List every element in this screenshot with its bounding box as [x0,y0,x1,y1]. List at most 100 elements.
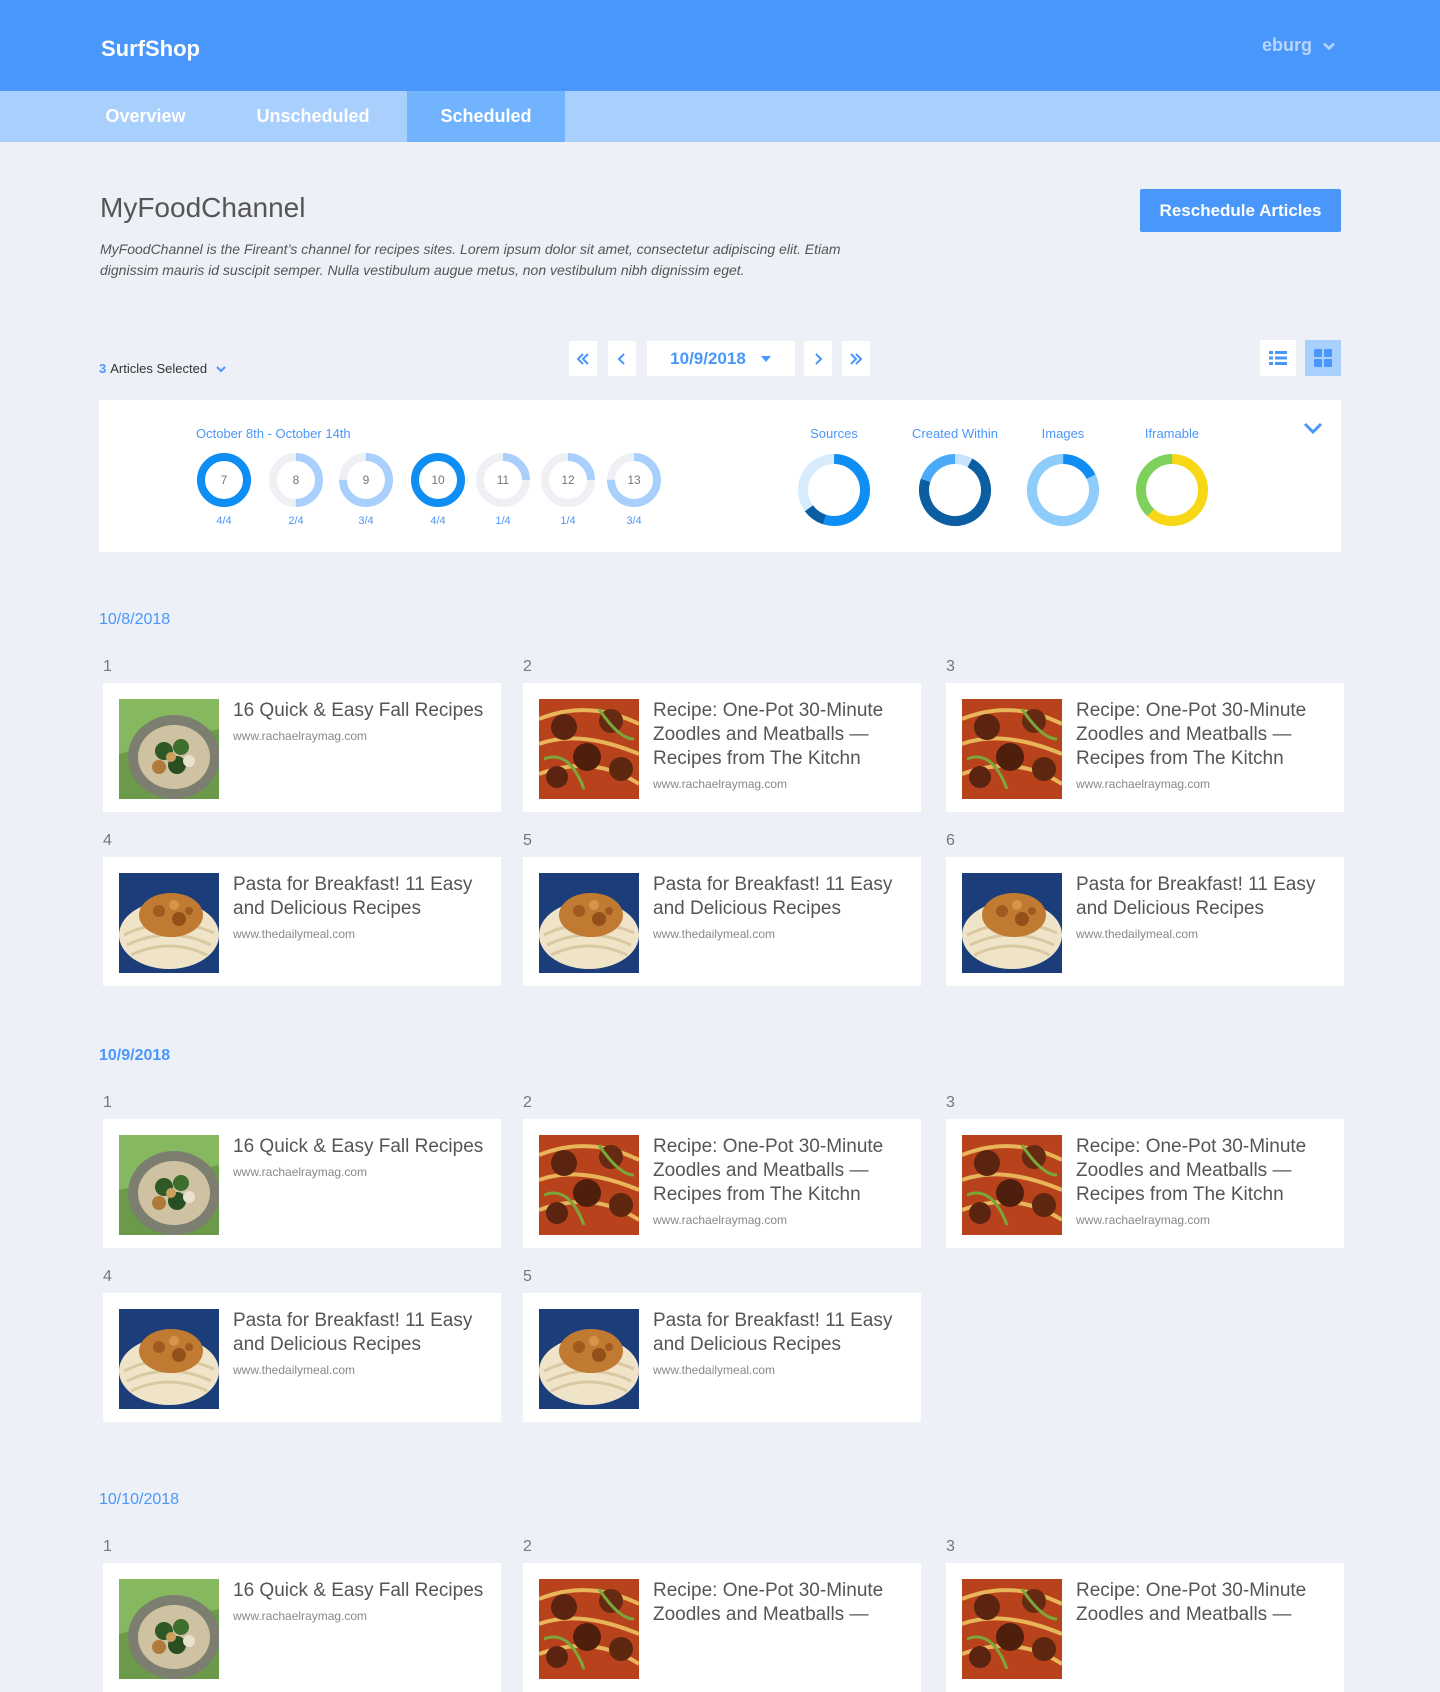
article-card[interactable]: 16 Quick & Easy Fall Recipes www.rachaelr… [103,1563,501,1692]
article-title: Recipe: One-Pot 30-Minute Zoodles and Me… [653,1135,911,1227]
day-ring-8[interactable]: 8 2/4 [268,452,324,527]
article-title-text: Pasta for Breakfast! 11 Easy and Delicio… [653,874,893,919]
article-title-text: Recipe: One-Pot 30-Minute Zoodles and Me… [1076,700,1307,769]
caret-down-icon [760,355,771,362]
article-card[interactable]: Pasta for Breakfast! 11 Easy and Delicio… [523,857,921,986]
day-ring-12[interactable]: 12 1/4 [540,452,596,527]
day-number: 10 [431,473,445,487]
next-page-button[interactable] [804,341,832,376]
article-source: www.rachaelraymag.com [1076,1213,1211,1227]
chevron-down-icon [216,365,226,372]
day-number: 9 [362,473,370,487]
article-thumbnail [539,1135,639,1235]
article-title-text: Recipe: One-Pot 30-Minute Zoodles and Me… [653,1580,884,1625]
metric-sources[interactable]: Sources [769,426,899,527]
tab-scheduled[interactable]: Scheduled [407,91,565,142]
article-card[interactable]: 16 Quick & Easy Fall Recipes www.rachaelr… [103,1119,501,1248]
article-source: www.rachaelraymag.com [1076,777,1211,791]
chevron-down-icon [1323,42,1335,50]
articles-selected-dropdown[interactable]: 3 Articles Selected [99,361,227,376]
tab-unscheduled[interactable]: Unscheduled [230,91,396,142]
day-ring-11[interactable]: 11 1/4 [475,452,531,527]
article-thumbnail [962,1579,1062,1679]
article-card[interactable]: Recipe: One-Pot 30-Minute Zoodles and Me… [946,1119,1344,1248]
tab-overview[interactable]: Overview [80,91,211,142]
article-title: 16 Quick & Easy Fall Recipes www.rachaelr… [233,1579,491,1623]
group-date-heading: 10/8/2018 [99,611,171,628]
article-source: www.thedailymeal.com [653,1363,776,1377]
day-count: 3/4 [358,515,374,527]
reschedule-articles-button[interactable]: Reschedule Articles [1140,189,1341,232]
first-page-button[interactable] [569,341,597,376]
donut-segment [1136,454,1208,526]
week-range: October 8th - October 14th [196,426,351,441]
day-count: 1/4 [560,515,576,527]
donut-segment [798,454,870,526]
article-title-text: Pasta for Breakfast! 11 Easy and Delicio… [233,874,473,919]
day-ring-9[interactable]: 9 3/4 [338,452,394,527]
double-chevron-right-icon [850,352,863,365]
group-date-heading: 10/9/2018 [99,1047,171,1064]
article-title: Pasta for Breakfast! 11 Easy and Delicio… [233,1309,491,1377]
article-source: www.rachaelraymag.com [233,1165,368,1179]
user-menu[interactable]: eburg [1262,35,1336,56]
donut-segment [1027,454,1099,526]
article-card[interactable]: 16 Quick & Easy Fall Recipes www.rachaelr… [103,683,501,812]
slot-number: 1 [103,1094,112,1111]
donut-segment [798,454,870,526]
day-ring-7[interactable]: 7 4/4 [196,452,252,527]
day-number: 8 [292,473,300,487]
slot-number: 4 [103,1268,112,1285]
group-date-heading: 10/10/2018 [99,1491,180,1508]
day-ring-13[interactable]: 13 3/4 [606,452,662,527]
article-thumbnail [539,699,639,799]
day-ring-10[interactable]: 10 4/4 [410,452,466,527]
chevron-down-icon [1303,422,1323,435]
day-count: 4/4 [430,515,446,527]
article-card[interactable]: Recipe: One-Pot 30-Minute Zoodles and Me… [523,683,921,812]
slot-number: 6 [946,832,955,849]
brand-logo[interactable]: SurfShop [101,36,200,62]
article-source: www.thedailymeal.com [1076,927,1199,941]
current-date: 10/9/2018 [670,348,746,368]
slot-number: 2 [523,1538,532,1555]
article-card[interactable]: Recipe: One-Pot 30-Minute Zoodles and Me… [946,1563,1344,1692]
article-title: Recipe: One-Pot 30-Minute Zoodles and Me… [1076,699,1334,791]
article-thumbnail [119,873,219,973]
previous-page-button[interactable] [608,341,636,376]
article-card[interactable]: Pasta for Breakfast! 11 Easy and Delicio… [103,1293,501,1422]
article-card[interactable]: Pasta for Breakfast! 11 Easy and Delicio… [103,857,501,986]
slot-number: 3 [946,658,955,675]
slot-number: 2 [523,658,532,675]
date-picker[interactable]: 10/9/2018 [647,341,795,376]
grid-icon [1314,349,1332,367]
slot-number: 5 [523,832,532,849]
list-view-button[interactable] [1260,340,1296,376]
article-card[interactable]: Pasta for Breakfast! 11 Easy and Delicio… [523,1293,921,1422]
article-card[interactable]: Recipe: One-Pot 30-Minute Zoodles and Me… [523,1563,921,1692]
donut-segment [919,454,991,526]
last-page-button[interactable] [842,341,870,376]
slot-number: 2 [523,1094,532,1111]
article-thumbnail [119,1135,219,1235]
day-number: 13 [627,473,641,487]
article-card[interactable]: Pasta for Breakfast! 11 Easy and Delicio… [946,857,1344,986]
article-source: www.rachaelraymag.com [653,777,788,791]
user-name: eburg [1261,35,1312,55]
selected-count: 3 [99,361,107,376]
collapse-stats-button[interactable] [1299,414,1327,442]
day-number: 11 [496,473,510,487]
day-count: 1/4 [495,515,511,527]
article-source: www.rachaelraymag.com [653,1213,788,1227]
list-icon [1269,351,1287,365]
metric-iframable[interactable]: Iframable [1107,426,1237,527]
article-card[interactable]: Recipe: One-Pot 30-Minute Zoodles and Me… [523,1119,921,1248]
article-title: Recipe: One-Pot 30-Minute Zoodles and Me… [1076,1135,1334,1227]
slot-number: 1 [103,658,112,675]
article-thumbnail [119,1579,219,1679]
slot-number: 5 [523,1268,532,1285]
article-title-text: Pasta for Breakfast! 11 Easy and Delicio… [233,1310,473,1355]
grid-view-button[interactable] [1305,340,1341,376]
article-thumbnail [539,1579,639,1679]
article-card[interactable]: Recipe: One-Pot 30-Minute Zoodles and Me… [946,683,1344,812]
